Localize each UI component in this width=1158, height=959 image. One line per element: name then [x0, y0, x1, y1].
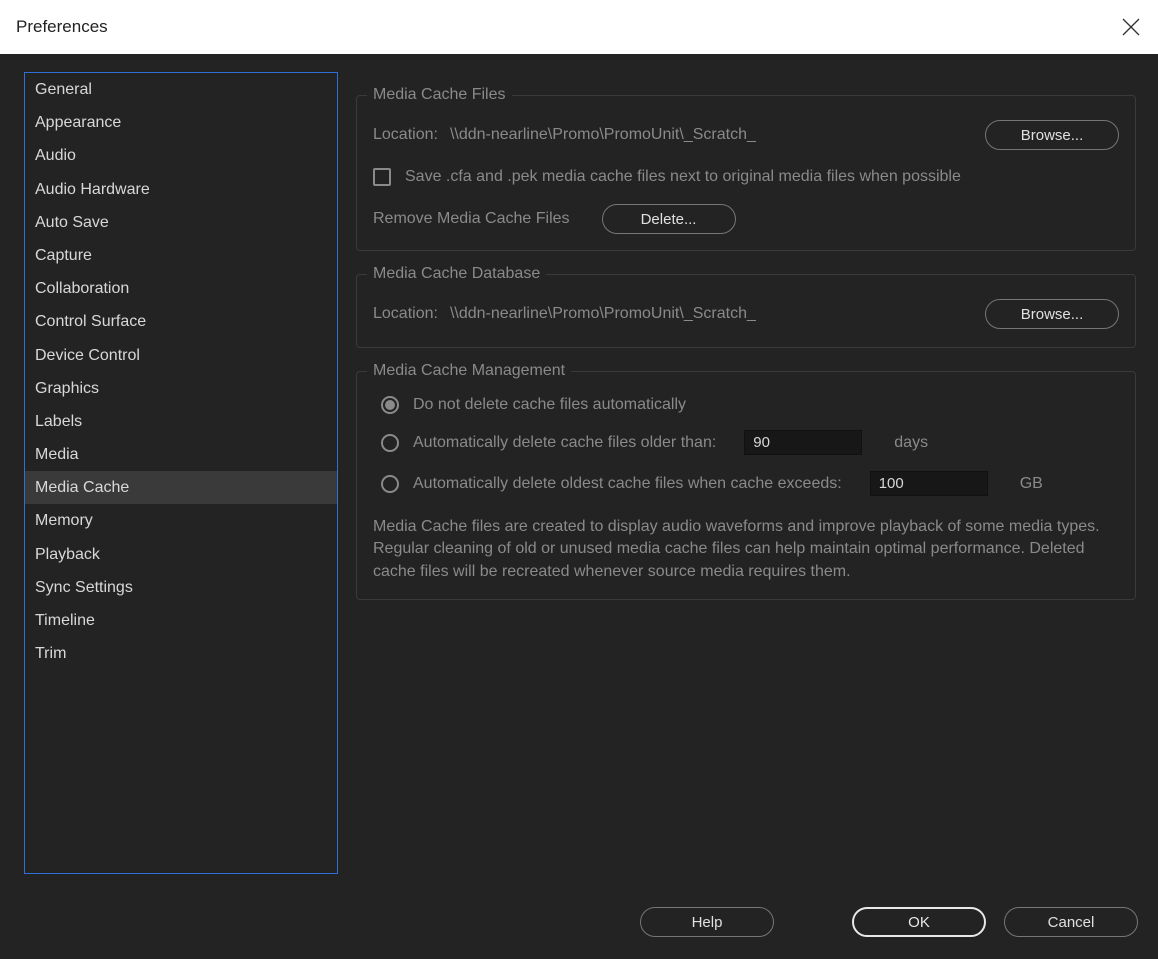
media-cache-database-group: Media Cache Database Location: \\ddn-nea… [356, 265, 1136, 348]
save-next-to-media-label: Save .cfa and .pek media cache files nex… [405, 168, 961, 186]
radio-do-not-delete[interactable] [381, 396, 399, 414]
sidebar-item-appearance[interactable]: Appearance [25, 106, 337, 139]
delete-cache-button[interactable]: Delete... [602, 204, 736, 234]
sidebar-item-sync-settings[interactable]: Sync Settings [25, 571, 337, 604]
window-title: Preferences [16, 17, 108, 37]
radio-delete-older-than[interactable] [381, 434, 399, 452]
media-cache-files-group: Media Cache Files Location: \\ddn-nearli… [356, 86, 1136, 251]
footer: Help OK Cancel [0, 885, 1158, 959]
sidebar: GeneralAppearanceAudioAudio HardwareAuto… [24, 72, 338, 874]
group-legend: Media Cache Files [367, 86, 512, 104]
preferences-window: Preferences GeneralAppearanceAudioAudio … [0, 0, 1158, 959]
sidebar-item-audio[interactable]: Audio [25, 139, 337, 172]
radio-delete-exceeds-label: Automatically delete oldest cache files … [413, 475, 842, 493]
sidebar-item-device-control[interactable]: Device Control [25, 339, 337, 372]
ok-button[interactable]: OK [852, 907, 986, 937]
db-location-label: Location: [373, 305, 438, 323]
sidebar-item-trim[interactable]: Trim [25, 637, 337, 670]
sidebar-item-collaboration[interactable]: Collaboration [25, 272, 337, 305]
remove-cache-label: Remove Media Cache Files [373, 210, 570, 228]
browse-cache-db-button[interactable]: Browse... [985, 299, 1119, 329]
titlebar: Preferences [0, 0, 1158, 54]
sidebar-item-playback[interactable]: Playback [25, 538, 337, 571]
radio-delete-older-than-label: Automatically delete cache files older t… [413, 434, 716, 452]
sidebar-item-timeline[interactable]: Timeline [25, 604, 337, 637]
sidebar-item-auto-save[interactable]: Auto Save [25, 206, 337, 239]
help-button[interactable]: Help [640, 907, 774, 937]
sidebar-item-general[interactable]: General [25, 73, 337, 106]
sidebar-item-capture[interactable]: Capture [25, 239, 337, 272]
radio-do-not-delete-label: Do not delete cache files automatically [413, 396, 686, 414]
group-legend: Media Cache Management [367, 362, 571, 380]
db-location-path: \\ddn-nearline\Promo\PromoUnit\_Scratch_ [450, 305, 756, 323]
sidebar-item-graphics[interactable]: Graphics [25, 372, 337, 405]
gb-unit: GB [1020, 475, 1043, 493]
media-cache-management-group: Media Cache Management Do not delete cac… [356, 362, 1136, 600]
sidebar-item-audio-hardware[interactable]: Audio Hardware [25, 173, 337, 206]
days-unit: days [894, 434, 928, 452]
sidebar-item-control-surface[interactable]: Control Surface [25, 305, 337, 338]
sidebar-item-media-cache[interactable]: Media Cache [25, 471, 337, 504]
main-panel: Media Cache Files Location: \\ddn-nearli… [356, 72, 1136, 885]
gb-input[interactable] [870, 471, 988, 496]
sidebar-item-media[interactable]: Media [25, 438, 337, 471]
management-info-text: Media Cache files are created to display… [373, 516, 1119, 583]
sidebar-item-memory[interactable]: Memory [25, 504, 337, 537]
radio-delete-exceeds[interactable] [381, 475, 399, 493]
browse-cache-files-button[interactable]: Browse... [985, 120, 1119, 150]
close-icon[interactable] [1120, 16, 1142, 38]
save-next-to-media-checkbox[interactable] [373, 168, 391, 186]
content-area: GeneralAppearanceAudioAudio HardwareAuto… [0, 54, 1158, 885]
days-input[interactable] [744, 430, 862, 455]
location-path: \\ddn-nearline\Promo\PromoUnit\_Scratch_ [450, 126, 756, 144]
group-legend: Media Cache Database [367, 265, 546, 283]
cancel-button[interactable]: Cancel [1004, 907, 1138, 937]
location-label: Location: [373, 126, 438, 144]
sidebar-item-labels[interactable]: Labels [25, 405, 337, 438]
